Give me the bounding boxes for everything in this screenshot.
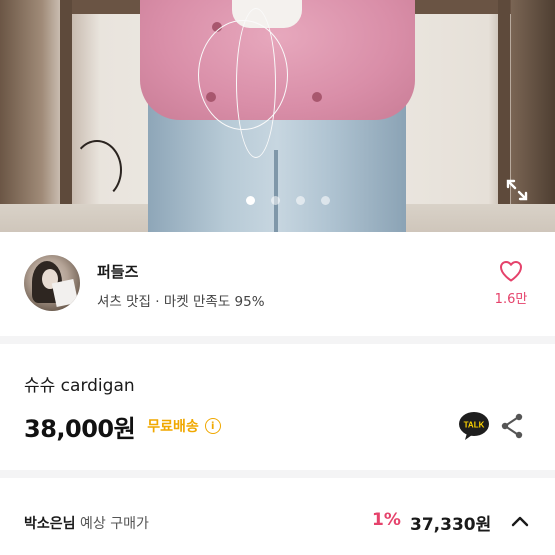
photo-background	[72, 140, 122, 200]
buyer-name: 박소은님	[24, 516, 76, 532]
photo-earphone-cable	[236, 8, 276, 158]
seller-meta: 셔츠 맛집 · 마켓 만족도 95%	[97, 294, 265, 310]
product-price: 38,000원	[24, 414, 136, 443]
estimated-price: 37,330원	[410, 515, 492, 535]
product-title: 슈슈 cardigan	[24, 376, 135, 396]
expand-icon[interactable]	[505, 178, 529, 202]
product-image-gallery[interactable]	[0, 0, 555, 232]
share-icon[interactable]	[500, 413, 524, 439]
product-photo-button	[312, 92, 322, 102]
estimated-price-row[interactable]: 박소은님 예상 구매가 1% 37,330원	[0, 496, 555, 555]
estimated-price-caption: 예상 구매가	[75, 516, 149, 532]
gallery-dot[interactable]	[245, 196, 255, 205]
info-icon[interactable]: i	[204, 418, 221, 434]
price-row: 38,000원 무료배송 i	[24, 409, 221, 443]
gallery-dot[interactable]	[320, 196, 330, 205]
seller-row[interactable]: 퍼들즈 셔츠 맛집 · 마켓 만족도 95% 1.6만	[0, 232, 555, 336]
gallery-dot[interactable]	[295, 196, 305, 205]
seller-avatar[interactable]	[24, 255, 80, 311]
free-shipping-badge: 무료배송	[147, 419, 199, 435]
gallery-dot[interactable]	[270, 196, 280, 205]
section-divider	[0, 336, 555, 344]
gallery-pagination[interactable]	[10, 196, 555, 205]
seller-name[interactable]: 퍼들즈	[97, 261, 138, 282]
section-divider	[0, 470, 555, 478]
like-button[interactable]: 1.6만	[493, 260, 529, 307]
estimated-price-label: 박소은님 예상 구매가	[24, 513, 149, 533]
chevron-up-icon[interactable]	[510, 513, 530, 529]
product-photo-jeans	[274, 150, 278, 232]
discount-rate: 1%	[372, 510, 401, 530]
heart-outline-icon[interactable]	[499, 260, 523, 282]
kakao-talk-icon[interactable]: TALK	[458, 411, 490, 441]
avatar-photo	[51, 278, 79, 308]
like-count: 1.6만	[494, 292, 528, 307]
talk-label: TALK	[464, 421, 485, 430]
